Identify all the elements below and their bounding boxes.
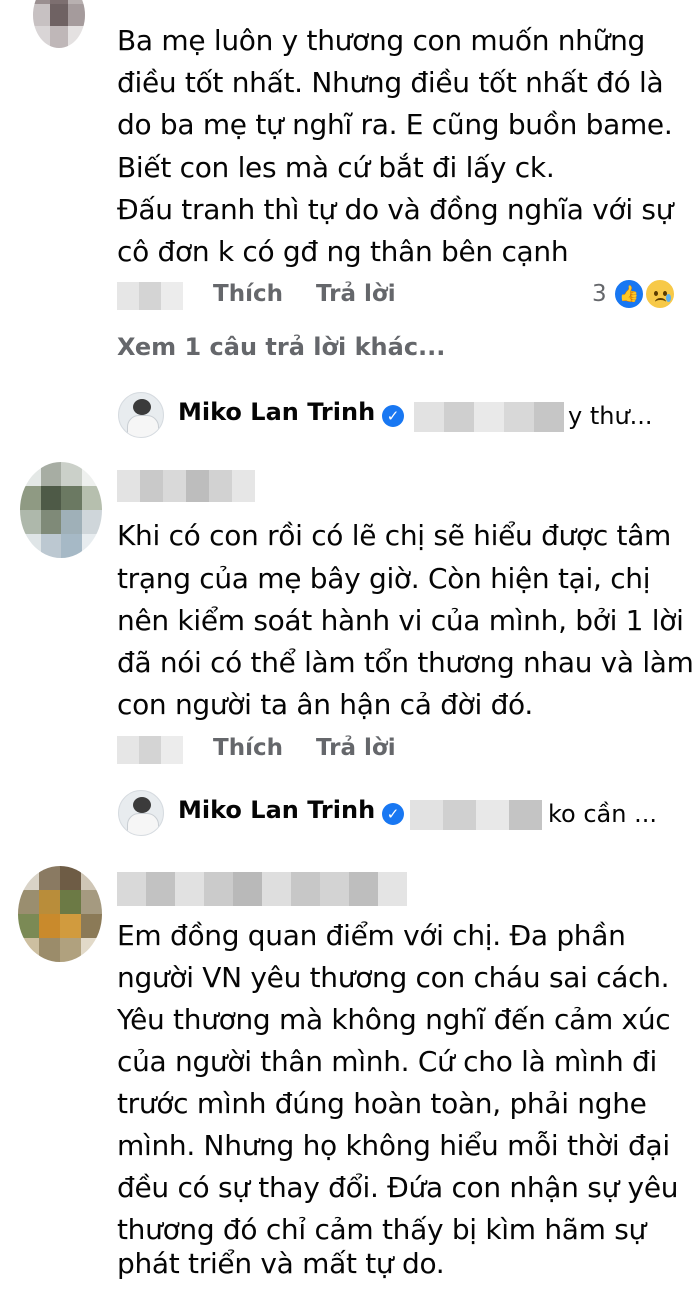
like-button[interactable]: Thích bbox=[213, 281, 283, 307]
reply-text-blurred bbox=[414, 402, 564, 432]
reply-avatar[interactable] bbox=[118, 790, 164, 836]
reply-text-tail: y thư... bbox=[568, 402, 653, 430]
reply-button[interactable]: Trả lời bbox=[316, 281, 396, 307]
comment-line: cô đơn k có gđ ng thân bên cạnh bbox=[117, 235, 569, 268]
reaction-count[interactable]: 3 bbox=[592, 281, 607, 307]
reply-avatar[interactable] bbox=[118, 392, 164, 438]
comment-line: Khi có con rồi có lẽ chị sẽ hiểu được tâ… bbox=[117, 519, 672, 552]
reply-author-name[interactable]: Miko Lan Trinh bbox=[178, 796, 375, 824]
comment-line: Em đồng quan điểm với chị. Đa phần bbox=[117, 919, 626, 952]
timestamp-blurred bbox=[117, 282, 183, 310]
commenter-avatar-blurred[interactable] bbox=[18, 866, 102, 962]
comment-line: trước mình đúng hoàn toàn, phải nghe bbox=[117, 1087, 647, 1120]
comment-line: phát triển và mất tự do. bbox=[117, 1247, 445, 1280]
comment-line: đã nói có thể làm tổn thương nhau và làm bbox=[117, 646, 694, 679]
comment-line: đều có sự thay đổi. Đứa con nhận sự yêu bbox=[117, 1171, 679, 1204]
comment-line: do ba mẹ tự nghĩ ra. E cũng buồn bame. bbox=[117, 108, 673, 141]
comment-line: của người thân mình. Cứ cho là mình đi bbox=[117, 1045, 657, 1078]
reply-button[interactable]: Trả lời bbox=[316, 735, 396, 761]
comment-line: con người ta ân hận cả đời đó. bbox=[117, 688, 533, 721]
comment-line: người VN yêu thương con cháu sai cách. bbox=[117, 961, 670, 994]
timestamp-blurred bbox=[117, 736, 183, 764]
comment-line: Biết con les mà cứ bắt đi lấy ck. bbox=[117, 151, 555, 184]
view-more-replies-link[interactable]: Xem 1 câu trả lời khác... bbox=[117, 333, 445, 361]
comment-line: Ba mẹ luôn y thương con muốn những bbox=[117, 24, 645, 57]
commenter-avatar-blurred[interactable] bbox=[33, 0, 85, 48]
reply-text-tail: ko cần ... bbox=[548, 800, 657, 828]
reply-preview[interactable]: Miko Lan Trinh ✓ y thư... bbox=[118, 392, 688, 440]
commenter-name-blurred[interactable] bbox=[117, 872, 407, 906]
comment-line: trạng của mẹ bây giờ. Còn hiện tại, chị bbox=[117, 562, 651, 595]
verified-badge-icon: ✓ bbox=[382, 405, 404, 427]
like-button[interactable]: Thích bbox=[213, 735, 283, 761]
reply-author-name[interactable]: Miko Lan Trinh bbox=[178, 398, 375, 426]
comment-line: Đấu tranh thì tự do và đồng nghĩa với sự bbox=[117, 193, 674, 226]
commenter-avatar-blurred[interactable] bbox=[20, 462, 102, 558]
comment-line: Yêu thương mà không nghĩ đến cảm xúc bbox=[117, 1003, 671, 1036]
sad-icon bbox=[644, 278, 676, 310]
reply-text-blurred bbox=[410, 800, 542, 830]
comment-line: nên kiểm soát hành vi của mình, bởi 1 lờ… bbox=[117, 604, 684, 637]
commenter-name-blurred[interactable] bbox=[117, 470, 255, 502]
reply-preview[interactable]: Miko Lan Trinh ✓ ko cần ... bbox=[118, 790, 688, 838]
comment-line: điều tốt nhất. Nhưng điều tốt nhất đó là bbox=[117, 66, 664, 99]
comment-line: mình. Nhưng họ không hiểu mỗi thời đại bbox=[117, 1129, 670, 1162]
verified-badge-icon: ✓ bbox=[382, 803, 404, 825]
like-icon: 👍 bbox=[613, 278, 645, 310]
